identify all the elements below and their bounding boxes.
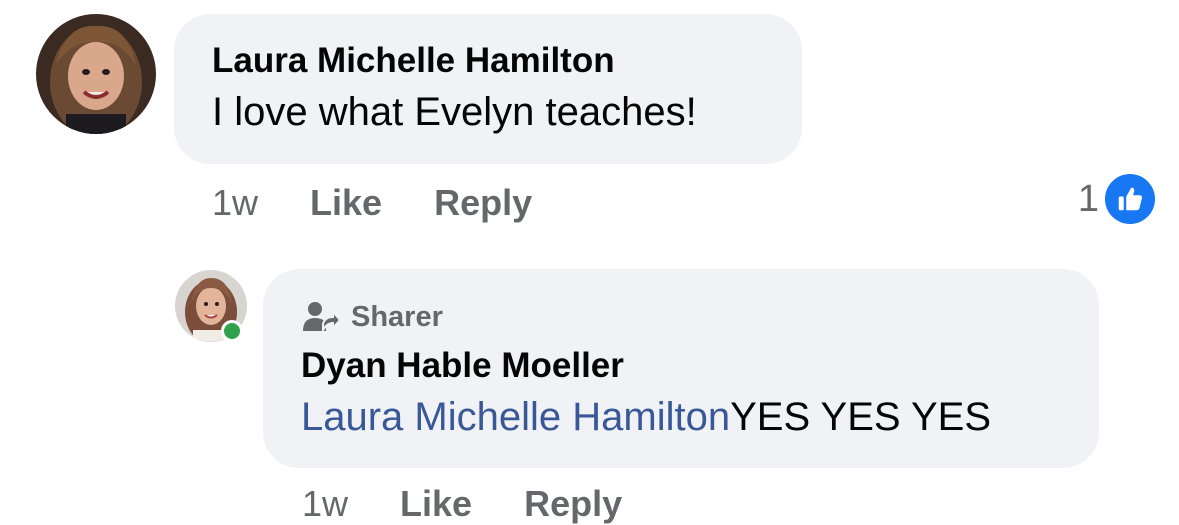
reply-timestamp[interactable]: 1w [302,483,348,525]
sharer-icon [301,300,342,334]
reply-bubble: Sharer Dyan Hable Moeller Laura Michelle… [263,269,1099,468]
comment-timestamp[interactable]: 1w [212,182,258,224]
reply-text: Laura Michelle HamiltonYES YES YES [301,391,1099,443]
sharer-label: Sharer [351,300,443,333]
like-button[interactable]: Like [310,182,382,224]
reaction-summary[interactable]: 1 [1078,174,1155,224]
reply-actions: 1w Like Reply [302,483,674,525]
comment-actions: 1w Like Reply [212,180,584,226]
reaction-count: 1 [1077,177,1099,220]
profile-photo-icon [36,14,156,134]
mention-link[interactable]: Laura Michelle Hamilton [301,395,730,439]
sharer-badge: Sharer [301,297,1099,337]
comment-bubble: Laura Michelle Hamilton I love what Evel… [174,14,802,164]
comment-author[interactable]: Laura Michelle Hamilton [212,40,802,82]
commenter-avatar[interactable] [36,14,156,134]
reply-reply-button[interactable]: Reply [524,483,622,525]
reply-body: YES YES YES [730,395,991,439]
like-thumb-icon [1105,174,1155,224]
online-status-dot [221,320,243,342]
reply-button[interactable]: Reply [434,182,532,224]
comment-text: I love what Evelyn teaches! [212,90,697,134]
reply-like-button[interactable]: Like [400,483,472,525]
reply-author[interactable]: Dyan Hable Moeller [301,345,1099,387]
